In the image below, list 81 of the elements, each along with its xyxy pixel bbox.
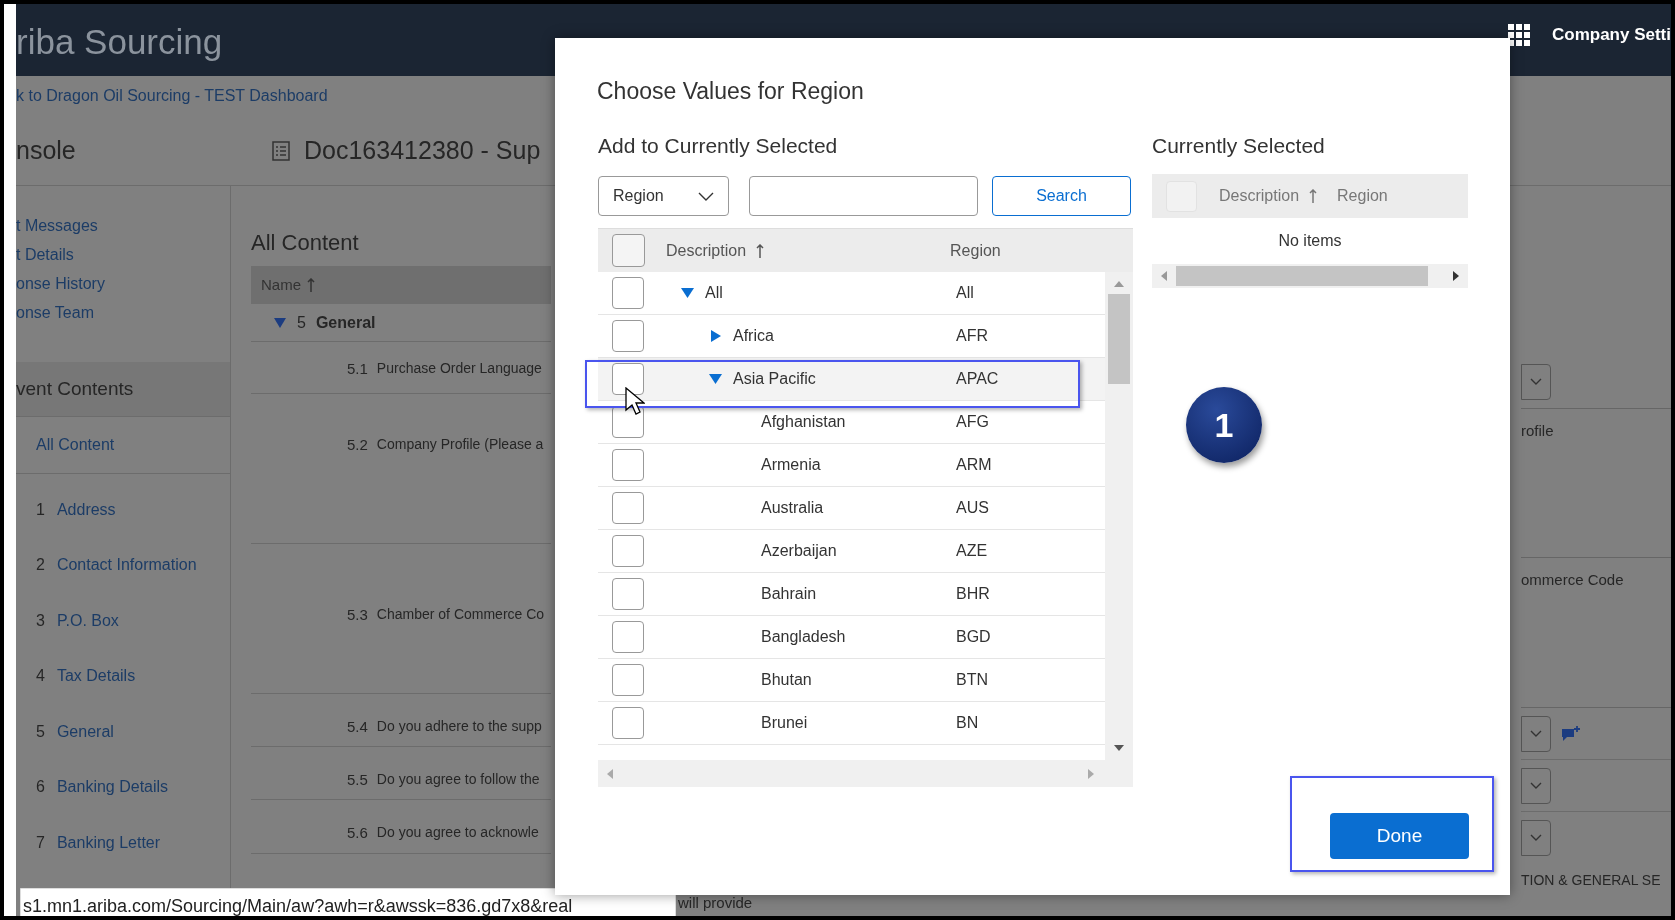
region-code: AFR xyxy=(956,326,989,346)
question-text: Do you adhere to the supp xyxy=(376,717,542,736)
column-header[interactable]: Region xyxy=(950,238,1001,263)
region-code: BTN xyxy=(956,670,989,690)
nav-link[interactable]: All Content xyxy=(36,433,115,457)
question-text: rofile xyxy=(1521,422,1554,439)
region-name: Bhutan xyxy=(761,670,812,690)
question-number: 5.4 xyxy=(347,717,368,737)
question-text: Purchase Order Language xyxy=(376,359,542,378)
item-number: 5 xyxy=(36,721,45,742)
region-name: Australia xyxy=(761,498,824,518)
item-number: 7 xyxy=(36,832,45,853)
nav-link[interactable]: General xyxy=(56,719,114,744)
region-name: Bahrain xyxy=(761,584,817,604)
region-name: Brunei xyxy=(761,713,808,733)
content-heading: All Content xyxy=(251,229,360,257)
region-name: Azerbaijan xyxy=(761,541,837,561)
region-code: BN xyxy=(956,713,980,733)
region-name: Armenia xyxy=(761,455,821,475)
question-text: will provide xyxy=(678,893,753,913)
question-number: 5.2 xyxy=(347,435,368,455)
column-header[interactable]: Region xyxy=(1337,184,1388,208)
status-url: s1.mn1.ariba.com/Sourcing/Main/aw?awh=r&awssk=836.gd7x8&real xyxy=(23,895,574,916)
question-text: Do you agree to follow the xyxy=(376,770,540,789)
back-link[interactable]: k to Dragon Oil Sourcing - TEST Dashboard xyxy=(16,84,328,108)
question-text: Company Profile (Please a xyxy=(376,435,544,454)
region-code: AUS xyxy=(956,498,990,518)
nav-link[interactable]: Tax Details xyxy=(56,664,136,689)
region-name: Asia Pacific xyxy=(733,369,816,389)
question-number: 5.3 xyxy=(347,605,368,625)
nav-link[interactable]: t Messages xyxy=(16,214,230,238)
question-text: Do you agree to acknowle xyxy=(376,823,539,842)
region-code: AZE xyxy=(956,541,989,561)
region-code: All xyxy=(956,283,975,303)
nav-link[interactable]: onse Team xyxy=(16,301,230,325)
region-name: All xyxy=(705,283,723,303)
region-code: AFG xyxy=(956,412,990,432)
document-title: Doc163412380 - Sup xyxy=(304,134,541,166)
item-number: 4 xyxy=(36,666,45,687)
item-number: 1 xyxy=(36,499,45,520)
table-header: Name xyxy=(251,266,551,304)
region-name: Africa xyxy=(733,326,774,346)
region-name: Afghanistan xyxy=(761,412,846,432)
section-label: General xyxy=(315,312,376,333)
nav-link[interactable]: onse History xyxy=(16,272,230,296)
search-button[interactable]: Search xyxy=(992,176,1131,216)
nav-link[interactable]: P.O. Box xyxy=(56,608,119,633)
company-settings-menu[interactable]: Company Setti xyxy=(1551,22,1671,48)
item-number: 6 xyxy=(36,777,45,798)
item-number: 3 xyxy=(36,610,45,631)
section-heading: Add to Currently Selected xyxy=(598,133,839,159)
dialog-title: Choose Values for Region xyxy=(597,77,864,106)
question-number: 5.1 xyxy=(347,359,368,379)
section-title: vent Contents xyxy=(16,376,134,401)
empty-message: No items xyxy=(1278,231,1342,251)
done-button[interactable]: Done xyxy=(1330,813,1469,859)
column-header[interactable]: Description xyxy=(1219,184,1300,208)
nav-link[interactable]: Address xyxy=(56,497,116,522)
step-badge: 1 xyxy=(1186,387,1262,463)
question-number: 5.5 xyxy=(347,770,368,790)
question-text: Chamber of Commerce Co xyxy=(376,605,545,624)
field-dropdown[interactable]: Region xyxy=(598,176,729,216)
column-header[interactable]: Description xyxy=(666,238,747,263)
tree-row[interactable]: Asia Pacific APAC xyxy=(598,358,1105,401)
section-heading: Currently Selected xyxy=(1152,133,1326,159)
item-number: 2 xyxy=(36,555,45,576)
question-text: ommerce Code xyxy=(1521,571,1624,588)
region-code: APAC xyxy=(956,369,1000,389)
question-number: 5.6 xyxy=(347,823,368,843)
section-label: TION & GENERAL SE xyxy=(1521,871,1662,890)
region-code: ARM xyxy=(956,455,993,475)
section-number: 5 xyxy=(297,312,306,333)
nav-link[interactable]: Banking Details xyxy=(56,775,169,800)
nav-link[interactable]: t Details xyxy=(16,243,230,267)
nav-link[interactable]: Contact Information xyxy=(56,553,197,578)
console-title: nsole xyxy=(16,134,77,166)
region-code: BGD xyxy=(956,627,992,647)
region-name: Bangladesh xyxy=(761,627,846,647)
region-code: BHR xyxy=(956,584,991,604)
app-title: riba Sourcing xyxy=(16,21,223,63)
nav-link[interactable]: Banking Letter xyxy=(56,830,161,855)
